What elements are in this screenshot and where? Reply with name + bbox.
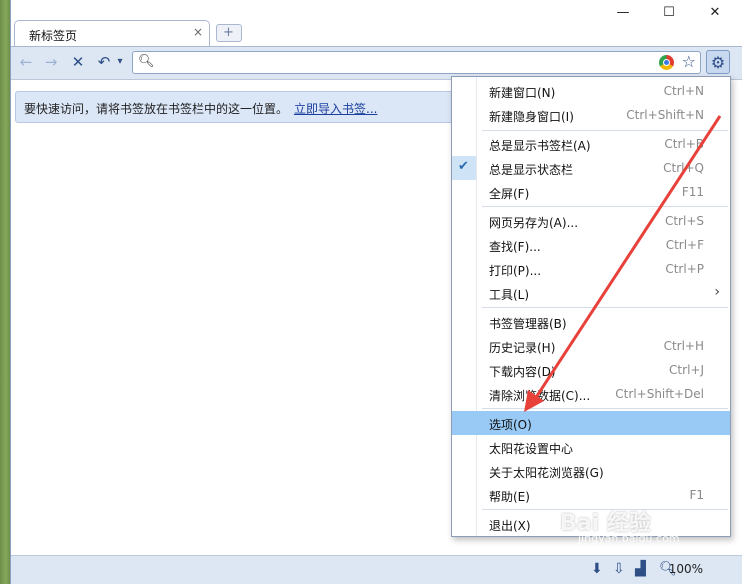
menu-item-save-page[interactable]: 网页另存为(A)... Ctrl+S xyxy=(452,209,730,233)
stop-icon[interactable]: ✕ xyxy=(69,53,87,71)
settings-menu: 新建窗口(N) Ctrl+N 新建隐身窗口(I) Ctrl+Shift+N 总是… xyxy=(451,76,731,537)
menu-item-tools[interactable]: 工具(L) › xyxy=(452,281,730,305)
menu-item-label: 网页另存为(A)... xyxy=(489,216,579,230)
menu-item-new-window[interactable]: 新建窗口(N) Ctrl+N xyxy=(452,79,730,103)
address-bar: 🔍︎ ☆ xyxy=(132,51,701,74)
menu-item-label: 总是显示状态栏 xyxy=(489,163,574,177)
navigation-toolbar: ← → ✕ ↶ ▾ 🔍︎ ☆ ⚙ xyxy=(11,46,742,80)
chrome-logo-icon[interactable] xyxy=(659,55,674,70)
menu-item-fullscreen[interactable]: 全屏(F) F11 xyxy=(452,180,730,204)
bookmark-bar-hint: 要快速访问，请将书签放在书签栏中的这一位置。 立即导入书签... xyxy=(15,91,455,123)
plus-icon: + xyxy=(223,25,234,40)
menu-item-find[interactable]: 查找(F)... Ctrl+F xyxy=(452,233,730,257)
menu-item-label: 总是显示书签栏(A) xyxy=(489,139,591,153)
menu-item-label: 查找(F)... xyxy=(489,240,541,254)
menu-item-shortcut: F11 xyxy=(681,185,704,199)
menu-separator xyxy=(482,307,728,308)
tab-new-tab[interactable]: 新标签页 × xyxy=(14,20,210,46)
menu-item-shortcut: F1 xyxy=(689,488,704,502)
star-icon[interactable]: ☆ xyxy=(682,52,696,71)
menu-item-label: 全屏(F) xyxy=(489,187,530,201)
title-bar: 新标签页 × + — ☐ ✕ xyxy=(11,0,742,46)
menu-item-label: 新建隐身窗口(I) xyxy=(489,110,574,124)
menu-item-label: 书签管理器(B) xyxy=(489,317,567,331)
menu-item-shortcut: Ctrl+B xyxy=(664,137,704,151)
menu-item-label: 选项(O) xyxy=(489,418,532,432)
menu-item-bookmark-manager[interactable]: 书签管理器(B) xyxy=(452,310,730,334)
menu-separator xyxy=(482,408,728,409)
menu-item-label: 帮助(E) xyxy=(489,490,530,504)
close-window-button[interactable]: ✕ xyxy=(700,5,730,25)
menu-item-shortcut: Ctrl+Shift+Del xyxy=(615,387,704,401)
menu-item-incognito[interactable]: 新建隐身窗口(I) Ctrl+Shift+N xyxy=(452,103,730,127)
upload-icon[interactable]: ⇩ xyxy=(613,561,625,577)
menu-item-label: 退出(X) xyxy=(489,519,531,533)
gear-icon[interactable]: ⚙ xyxy=(706,50,730,74)
menu-item-label: 历史记录(H) xyxy=(489,341,556,355)
tools-icon[interactable]: ▟ xyxy=(635,561,646,577)
menu-item-shortcut: Ctrl+P xyxy=(665,262,704,276)
tab-title: 新标签页 xyxy=(29,29,78,43)
menu-item-shortcut: Ctrl+J xyxy=(669,363,704,377)
address-input[interactable] xyxy=(157,54,651,72)
download-icon[interactable]: ⬇ xyxy=(591,561,603,577)
menu-item-shortcut: Ctrl+Q xyxy=(663,161,704,175)
new-tab-button[interactable]: + xyxy=(216,24,242,42)
zoom-level[interactable]: 100% xyxy=(669,562,703,576)
menu-item-label: 关于太阳花浏览器(G) xyxy=(489,466,604,480)
search-icon: 🔍︎ xyxy=(138,54,155,69)
menu-item-help[interactable]: 帮助(E) F1 xyxy=(452,483,730,507)
menu-item-shortcut: Ctrl+S xyxy=(664,214,704,228)
menu-item-print[interactable]: 打印(P)... Ctrl+P xyxy=(452,257,730,281)
menu-item-shortcut: Ctrl+N xyxy=(663,84,704,98)
undo-dropdown-icon[interactable]: ▾ xyxy=(115,53,125,71)
status-bar: ⬇ ⇩ ▟ 🔍︎ 100% xyxy=(11,555,742,584)
minimize-button[interactable]: — xyxy=(608,5,638,25)
menu-item-show-bookmarks[interactable]: 总是显示书签栏(A) Ctrl+B xyxy=(452,132,730,156)
menu-item-label: 打印(P)... xyxy=(489,264,542,278)
menu-item-label: 清除浏览数据(C)... xyxy=(489,389,591,403)
forward-arrow-icon[interactable]: → xyxy=(42,53,60,71)
menu-item-about[interactable]: 关于太阳花浏览器(G) xyxy=(452,459,730,483)
bookmark-hint-text: 要快速访问，请将书签放在书签栏中的这一位置。 xyxy=(24,102,289,116)
menu-item-label: 下载内容(D) xyxy=(489,365,556,379)
check-icon: ✔ xyxy=(452,156,476,180)
undo-icon[interactable]: ↶ xyxy=(95,53,113,71)
chevron-right-icon: › xyxy=(714,284,720,300)
menu-separator xyxy=(482,206,728,207)
menu-item-label: 太阳花设置中心 xyxy=(489,442,574,456)
menu-separator xyxy=(482,130,728,131)
menu-item-shortcut: Ctrl+F xyxy=(665,238,704,252)
import-bookmarks-link[interactable]: 立即导入书签... xyxy=(294,100,377,117)
menu-item-shortcut: Ctrl+Shift+N xyxy=(626,108,704,122)
maximize-button[interactable]: ☐ xyxy=(654,5,684,25)
menu-item-downloads[interactable]: 下载内容(D) Ctrl+J xyxy=(452,358,730,382)
tab-close-icon[interactable]: × xyxy=(193,25,203,39)
menu-item-clear-data[interactable]: 清除浏览数据(C)... Ctrl+Shift+Del xyxy=(452,382,730,406)
menu-item-show-statusbar[interactable]: ✔ 总是显示状态栏 Ctrl+Q xyxy=(452,156,730,180)
menu-item-options[interactable]: 选项(O) xyxy=(452,411,730,435)
watermark-url: jingyan.baidu.com xyxy=(578,532,680,545)
back-arrow-icon[interactable]: ← xyxy=(17,53,35,71)
menu-item-shortcut: Ctrl+H xyxy=(663,339,704,353)
menu-item-label: 工具(L) xyxy=(489,288,530,302)
menu-item-history[interactable]: 历史记录(H) Ctrl+H xyxy=(452,334,730,358)
menu-item-label: 新建窗口(N) xyxy=(489,86,556,100)
menu-item-settings-center[interactable]: 太阳花设置中心 xyxy=(452,435,730,459)
